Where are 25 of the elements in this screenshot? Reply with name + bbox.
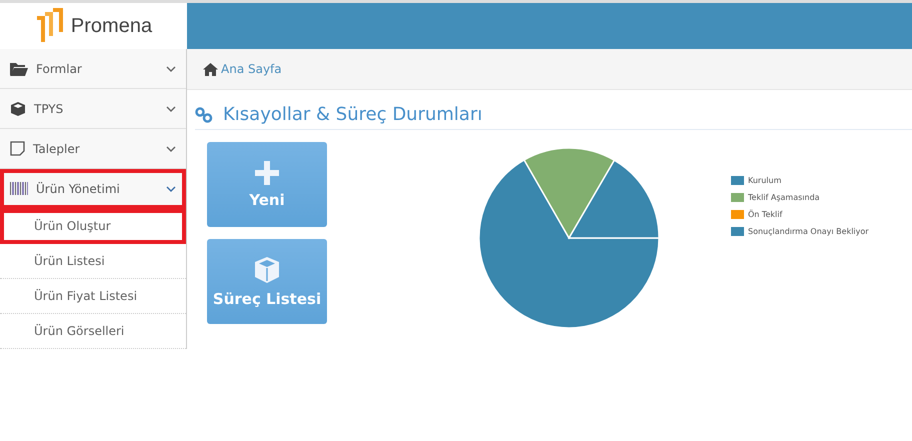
sidebar-item[interactable]: TPYS [0, 89, 186, 129]
barcode-icon [10, 182, 28, 195]
logo-text: Promena [70, 14, 152, 38]
note-icon [10, 141, 25, 156]
chevron-down-icon [166, 66, 176, 72]
folder-icon [10, 62, 28, 76]
legend-label: Sonuçlandırma Onayı Bekliyor [748, 227, 869, 236]
section-title: Kısayollar & Süreç Durumları [223, 104, 482, 125]
sidebar-item[interactable]: Talepler [0, 129, 186, 169]
legend-label: Teklif Aşamasında [748, 193, 820, 202]
submenu-item[interactable]: Ürün Oluştur [0, 209, 186, 244]
legend-label: Ön Teklif [748, 210, 782, 219]
sidebar-item[interactable]: Ürün Yönetimi [0, 169, 186, 209]
sidebar-item[interactable]: Formlar [0, 49, 186, 89]
legend-label: Kurulum [748, 176, 782, 185]
logo-icon [34, 8, 65, 44]
breadcrumb-link[interactable]: Ana Sayfa [221, 62, 282, 76]
chevron-down-icon [166, 146, 176, 152]
chevron-down-icon [166, 106, 176, 112]
plus-icon [255, 160, 279, 184]
cube-icon [10, 100, 26, 116]
link-icon [195, 106, 213, 122]
chevron-down-icon [166, 186, 176, 192]
cube-icon [253, 256, 281, 284]
home-icon [203, 62, 218, 76]
